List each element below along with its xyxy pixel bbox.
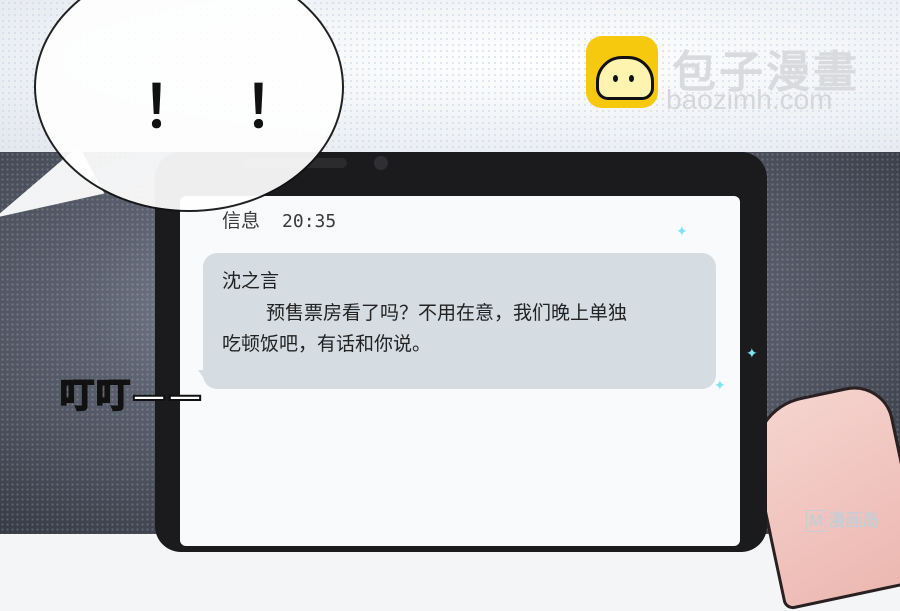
corner-watermark: M 漫画岛: [806, 506, 879, 532]
corner-watermark-letter: M: [806, 510, 827, 532]
phone-camera: [374, 156, 388, 170]
brand-url: baozimh.com: [666, 84, 833, 115]
brand-logo-icon: [586, 36, 658, 108]
corner-watermark-text: 漫画岛: [828, 511, 880, 531]
message-sender: 沈之言: [222, 270, 280, 292]
speech-exclamation: ！！: [142, 75, 347, 140]
sparkle-icon: ✦: [676, 224, 688, 240]
status-time: 20:35: [282, 211, 337, 232]
message-body: 预售票房看了吗？不用在意，我们晚上单独 吃顿饭吧，有话和你说。: [222, 298, 712, 360]
message-line-1: 预售票房看了吗？不用在意，我们晚上单独: [266, 302, 628, 324]
sparkle-icon: ✦: [746, 346, 758, 362]
message-line-2: 吃顿饭吧，有话和你说。: [222, 333, 432, 355]
sound-effect-text: 叮叮——: [59, 375, 204, 417]
sparkle-icon: ✦: [714, 378, 726, 394]
status-bar: 信息 20:35: [222, 206, 336, 233]
status-app-label: 信息: [222, 210, 261, 232]
